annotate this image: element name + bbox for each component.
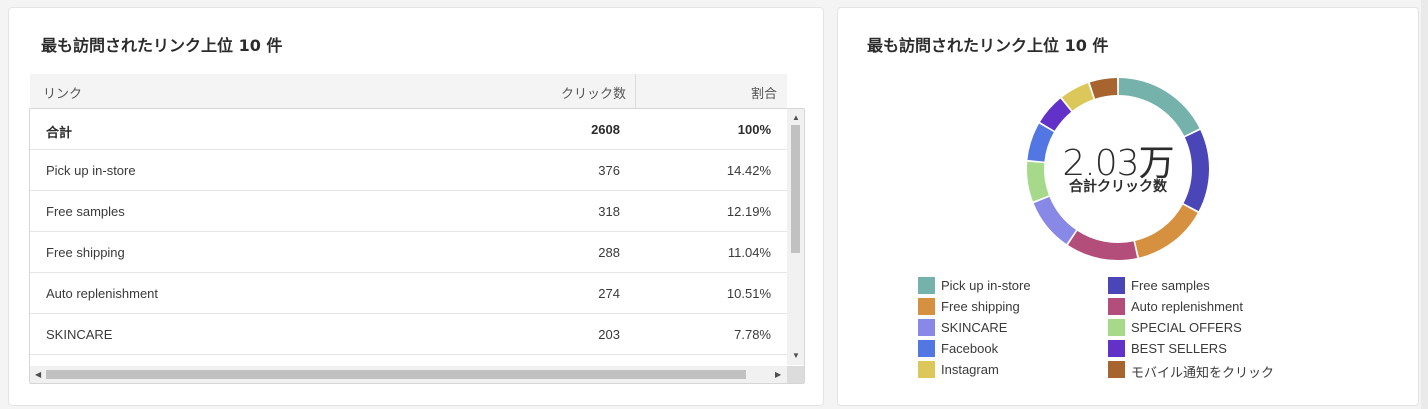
legend-swatch [918,361,935,378]
row-link: SKINCARE [46,327,113,342]
row-link: Auto replenishment [46,286,159,301]
table-body: 合計 2608 100% Pick up in-store 376 14.42%… [30,109,787,365]
donut-slice-0[interactable] [1118,78,1200,136]
legend-swatch [1108,277,1125,294]
vertical-scrollbar[interactable]: ▲ ▼ [787,109,804,365]
top-links-table-card: 最も訪問されたリンク上位 10 件 リンク クリック数 割合 合計 2608 1… [8,7,824,406]
row-ratio: 10.51% [726,286,771,301]
scroll-left-icon[interactable]: ◀ [35,371,41,379]
table-row: Free shipping 288 11.04% [30,232,787,273]
donut-slice-3[interactable] [1067,230,1138,260]
legend-label: Facebook [941,341,999,356]
legend-label: Free samples [1131,278,1210,293]
legend-label: モバイル通知をクリック [1131,365,1275,380]
table-row-total: 合計 2608 100% [30,109,787,150]
legend-swatch [918,298,935,315]
legend-swatch [1108,361,1125,378]
legend-swatch [918,340,935,357]
total-clicks: 2608 [591,122,620,137]
legend-label: Free shipping [941,299,1020,314]
horizontal-scroll-thumb[interactable] [46,370,746,379]
vertical-scroll-thumb[interactable] [791,125,800,253]
legend-swatch [918,319,935,336]
row-clicks: 376 [598,163,620,178]
legend-label: Auto replenishment [1131,299,1244,314]
table-row: Free samples 318 12.19% [30,191,787,232]
legend-swatch [1108,298,1125,315]
table-row: Pick up in-store 376 14.42% [30,150,787,191]
row-link: Free shipping [46,245,125,260]
scroll-right-icon[interactable]: ▶ [775,371,781,379]
chart-card-title: 最も訪問されたリンク上位 10 件 [867,36,1109,55]
legend-swatch [1108,319,1125,336]
row-clicks: 203 [598,327,620,342]
row-ratio: 7.78% [734,327,771,342]
legend-label: Instagram [941,362,999,377]
donut-slice-7[interactable] [1040,98,1072,131]
donut-center-label: 合計クリック数 [1069,179,1167,195]
top-links-chart-card: 最も訪問されたリンク上位 10 件 2.03万 合計クリック数 Pick up … [837,7,1419,406]
donut-slice-4[interactable] [1033,196,1077,244]
legend-label: Pick up in-store [941,278,1031,293]
donut-slice-9[interactable] [1089,78,1118,99]
total-link-label: 合計 [46,125,73,140]
row-ratio: 12.19% [726,204,771,219]
row-clicks: 318 [598,204,620,219]
row-link: Pick up in-store [46,163,136,178]
page-scrollbar[interactable] [1421,0,1428,409]
total-ratio: 100% [737,122,771,137]
scroll-up-icon[interactable]: ▲ [792,114,800,122]
column-header-ratio[interactable]: 割合 [751,83,777,102]
legend-label: BEST SELLERS [1131,341,1227,356]
legend-label: SPECIAL OFFERS [1131,320,1242,335]
table-row: SKINCARE 203 7.78% [30,314,787,355]
legend-swatch [918,277,935,294]
table-body-frame: 合計 2608 100% Pick up in-store 376 14.42%… [29,108,805,384]
legend-swatch [1108,340,1125,357]
row-link: Free samples [46,204,125,219]
donut-slice-2[interactable] [1135,204,1198,258]
scrollbar-corner [787,366,804,383]
row-ratio: 11.04% [727,245,771,260]
column-divider [635,74,636,108]
row-ratio: 14.42% [726,163,771,178]
legend-label: SKINCARE [941,320,1008,335]
column-header-link[interactable]: リンク [43,83,82,102]
table-card-title: 最も訪問されたリンク上位 10 件 [41,36,283,55]
column-header-clicks[interactable]: クリック数 [561,83,626,102]
row-clicks: 274 [598,286,620,301]
horizontal-scrollbar[interactable]: ◀ ▶ [30,366,787,383]
row-clicks: 288 [598,245,620,260]
scroll-down-icon[interactable]: ▼ [792,352,800,360]
table-header: リンク クリック数 割合 [30,74,787,108]
table-row: Auto replenishment 274 10.51% [30,273,787,314]
